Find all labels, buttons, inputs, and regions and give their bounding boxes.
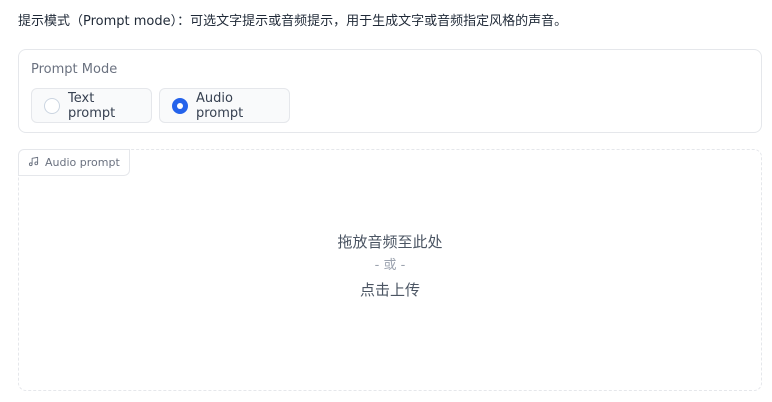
music-note-icon: [28, 156, 39, 170]
click-upload-text[interactable]: 点击上传: [360, 278, 420, 302]
radio-option-label: Audio prompt: [196, 90, 244, 121]
radio-unchecked-icon[interactable]: [44, 97, 60, 114]
radio-checked-icon[interactable]: [172, 97, 188, 114]
radio-option-audio-prompt[interactable]: Audio prompt: [159, 88, 290, 123]
prompt-mode-label: Prompt Mode: [31, 62, 118, 77]
prompt-mode-radio-row: Text prompt Audio prompt: [31, 88, 290, 123]
audio-upload-area: Audio prompt 拖放音频至此处 - 或 - 点击上传: [18, 149, 762, 391]
radio-option-label: Text prompt: [68, 90, 116, 121]
audio-prompt-tag: Audio prompt: [18, 149, 130, 176]
radio-dot: [177, 102, 183, 109]
radio-option-text-prompt[interactable]: Text prompt: [31, 88, 152, 123]
audio-drop-zone[interactable]: 拖放音频至此处 - 或 - 点击上传: [19, 230, 761, 302]
prompt-mode-description: 提示模式（Prompt mode）：可选文字提示或音频提示，用于生成文字或音频指…: [18, 14, 568, 29]
prompt-mode-group: Prompt Mode Text prompt Audio prompt: [18, 49, 762, 133]
audio-prompt-tag-label: Audio prompt: [45, 156, 120, 169]
drop-or-separator: - 或 -: [374, 258, 406, 273]
drop-instruction: 拖放音频至此处: [337, 233, 443, 251]
